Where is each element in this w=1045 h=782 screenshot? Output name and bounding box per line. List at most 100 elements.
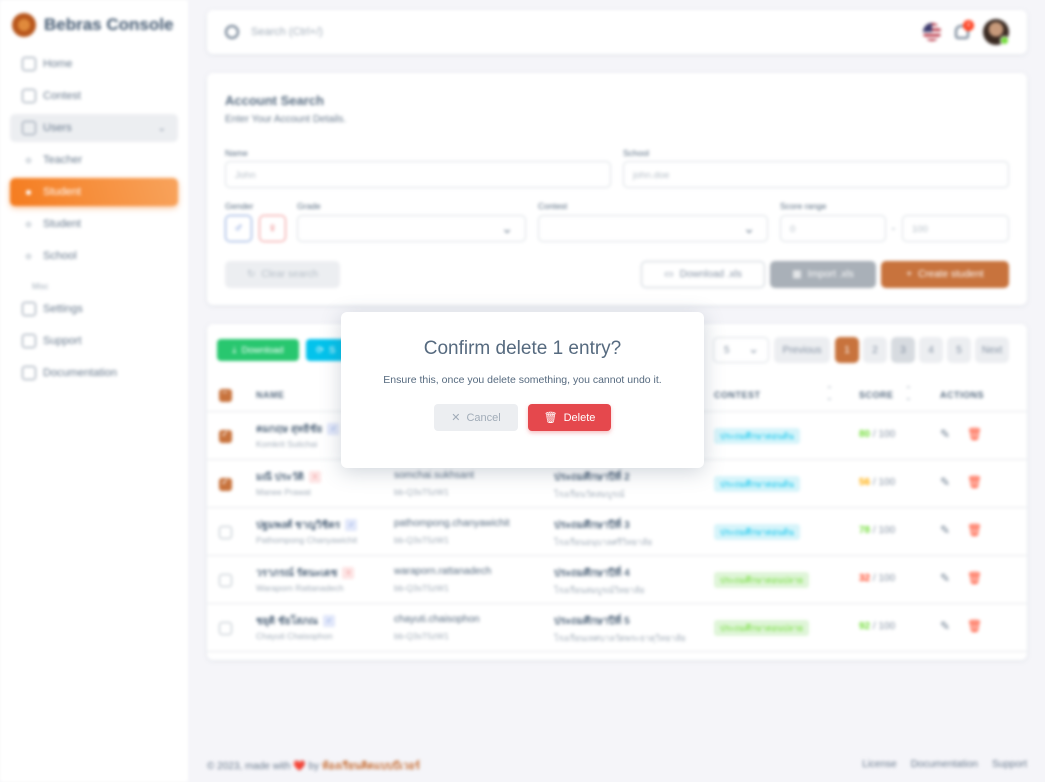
edit-icon[interactable]: ✎: [940, 475, 950, 489]
edit-icon[interactable]: ✎: [940, 427, 950, 441]
search-icon[interactable]: [225, 25, 239, 39]
select-all-checkbox[interactable]: [219, 387, 232, 402]
us-flag-icon[interactable]: [923, 23, 941, 41]
sidebar-subitem-teacher[interactable]: Teacher: [10, 146, 178, 174]
pagination-page-5[interactable]: 5: [947, 337, 971, 363]
download-button[interactable]: ⤓ Download: [217, 339, 299, 361]
trash-icon[interactable]: 🗑: [967, 619, 982, 633]
contest-select[interactable]: [538, 215, 768, 242]
sidebar-item-label: Contest: [43, 90, 81, 102]
download-xls-button[interactable]: ▭ Download .xls: [641, 261, 765, 288]
bell-icon[interactable]: 4: [955, 20, 974, 39]
sidebar-item-label: Users: [43, 122, 72, 134]
school-name: โรงเรียนสมบูรณ์วิทยาลัย: [554, 585, 645, 595]
row-checkbox[interactable]: [219, 477, 232, 491]
sidebar-item-contest[interactable]: Contest: [10, 82, 178, 110]
column-header-actions: ACTIONS: [940, 390, 984, 400]
school-input[interactable]: john.doe: [623, 161, 1009, 188]
account-search-card: Account Search Enter Your Account Detail…: [207, 73, 1027, 305]
trash-icon[interactable]: 🗑: [967, 427, 982, 441]
password: bb-Q3sT5zW1: [394, 583, 449, 593]
column-header-name[interactable]: NAME: [256, 390, 285, 400]
contest-badge: ประถมศึกษาตอนต้น: [714, 476, 800, 492]
sidebar-item-support[interactable]: Support: [10, 327, 178, 355]
notification-badge: 4: [963, 20, 974, 31]
grade-level: ประถมศึกษาปีที่ 3: [554, 520, 630, 531]
female-icon: ♀: [308, 471, 321, 484]
student-name-cell: คมกฤษ สุทธิชัย ♂: [256, 422, 340, 437]
edit-icon[interactable]: ✎: [940, 571, 950, 585]
sort-icon[interactable]: ⌃ ⌄: [826, 386, 833, 402]
row-checkbox[interactable]: [219, 526, 232, 539]
score-range-dash: -: [892, 223, 895, 233]
student-name-cell: ชยุติ ชัยโสภณ ♂: [256, 614, 335, 629]
sidebar-item-documentation[interactable]: Documentation: [10, 359, 178, 387]
clear-search-button[interactable]: ↻ Clear search: [225, 261, 340, 288]
score-max-input[interactable]: 100: [902, 215, 1009, 242]
school-name: โรงเรียนวัดสมบูรณ์: [554, 489, 625, 499]
pagination-next[interactable]: Next: [975, 337, 1009, 363]
trash-icon[interactable]: 🗑: [967, 475, 982, 489]
footer-link-support[interactable]: Support: [992, 759, 1027, 774]
sidebar-subitem-student-active[interactable]: Student: [10, 178, 178, 206]
footer-link-documentation[interactable]: Documentation: [911, 759, 978, 774]
sidebar-item-users[interactable]: Users ⌄: [10, 114, 178, 142]
bullet-icon: [26, 221, 31, 227]
school-label: School: [623, 148, 649, 158]
student-name: มณี ประวัติ: [256, 472, 304, 483]
cancel-button[interactable]: ✕ Cancel: [434, 404, 518, 431]
chevron-down-icon: ⌄: [748, 341, 759, 356]
home-icon: [22, 57, 36, 71]
row-checkbox[interactable]: [219, 574, 232, 587]
brand[interactable]: Bebras Console: [0, 0, 188, 50]
username: pathompong.chanyawichit: [394, 518, 510, 529]
trash-icon[interactable]: 🗑: [967, 571, 982, 585]
gender-female-button[interactable]: ♀: [259, 215, 286, 242]
card-subtitle: Enter Your Account Details.: [225, 114, 347, 125]
row-checkbox[interactable]: [219, 622, 232, 635]
sync-button[interactable]: ⟳ S: [306, 339, 346, 361]
pagination-previous[interactable]: Previous: [774, 337, 830, 363]
pagination-page-4[interactable]: 4: [919, 337, 943, 363]
row-checkbox[interactable]: [219, 429, 232, 443]
column-header-score[interactable]: SCORE: [859, 390, 894, 400]
sync-label: S: [328, 344, 336, 356]
table-row: ชยุติ ชัยโสภณ ♂ Chayuti Chaisophon chayuti.…: [207, 604, 1027, 652]
school-name: โรงเรียนอนุบาลศรีวิทยาลัย: [554, 537, 653, 547]
app-name: Bebras Console: [44, 15, 174, 34]
delete-label: Delete: [563, 411, 596, 424]
modal-message: Ensure this, once you delete something, …: [383, 374, 662, 386]
pagination-page-3[interactable]: 3: [891, 337, 915, 363]
student-name: ปฐมพงศ์ ชาญวิชิตร: [256, 520, 341, 531]
grade-select[interactable]: [297, 215, 526, 242]
sidebar-item-settings[interactable]: Settings: [10, 295, 178, 323]
avatar[interactable]: [983, 19, 1009, 45]
sort-icon[interactable]: ⌃ ⌄: [905, 386, 912, 402]
student-name-en: Pathompong Chanyawichit: [256, 535, 358, 545]
pagination-page-2[interactable]: 2: [863, 337, 887, 363]
footer-brand-link[interactable]: ห้องเรียนคิดแบบบีเวอร์: [322, 761, 420, 772]
sidebar-subitem-school[interactable]: School: [10, 242, 178, 270]
edit-icon[interactable]: ✎: [940, 619, 950, 633]
edit-icon[interactable]: ✎: [940, 523, 950, 537]
sidebar-item-home[interactable]: Home: [10, 50, 178, 78]
column-header-contest[interactable]: CONTEST: [714, 390, 761, 400]
sidebar-item-label: Documentation: [43, 367, 117, 379]
search-input[interactable]: Search (Ctrl+/): [251, 26, 323, 38]
name-input[interactable]: John: [225, 161, 611, 188]
gender-male-button[interactable]: ♂: [225, 215, 252, 242]
file-icon: [22, 366, 36, 380]
import-xls-button[interactable]: ▦ Import .xls: [770, 261, 876, 288]
create-student-button[interactable]: + Create student: [881, 261, 1009, 288]
page-size-select[interactable]: 5 ⌄: [713, 337, 769, 363]
delete-button[interactable]: 🗑 Delete: [528, 404, 611, 431]
sidebar-subitem-student[interactable]: Student: [10, 210, 178, 238]
footer-copyright-text: © 2023, made with ❤️ by: [207, 761, 320, 772]
student-name-en: Chayuti Chaisophon: [256, 631, 333, 641]
score-min-input[interactable]: 0: [780, 215, 886, 242]
pagination-page-1[interactable]: 1: [835, 337, 859, 363]
footer-link-license[interactable]: License: [862, 759, 896, 774]
trash-icon[interactable]: 🗑: [967, 523, 982, 537]
download-label: Download: [241, 344, 284, 356]
student-name-en: Komkrit Sutichai: [256, 439, 318, 449]
